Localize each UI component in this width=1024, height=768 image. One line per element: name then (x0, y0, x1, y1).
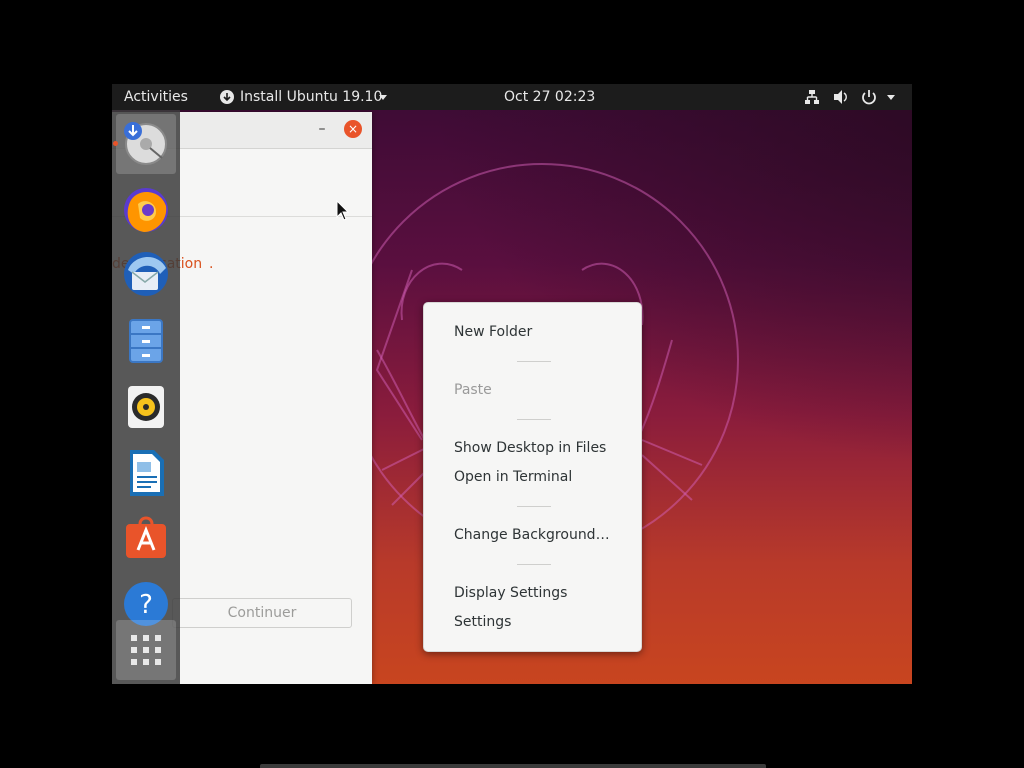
close-window-button[interactable]: × (344, 120, 362, 138)
thunderbird-icon (124, 252, 168, 296)
menu-separator (517, 361, 551, 362)
menu-item-change-background[interactable]: Change Background… (454, 525, 610, 545)
ubiquity-installer-icon (124, 122, 167, 165)
dock-item-rhythmbox[interactable] (116, 376, 176, 436)
firefox-icon (124, 188, 168, 232)
dock-item-installer[interactable] (113, 114, 176, 174)
app-menu-button[interactable]: Install Ubuntu 19.10 (218, 84, 388, 110)
menu-item-show-desktop-in-files[interactable]: Show Desktop in Files (454, 438, 606, 458)
software-center-icon (126, 516, 166, 558)
libreoffice-writer-icon (130, 450, 164, 496)
chevron-down-icon (379, 95, 387, 100)
menu-separator (517, 419, 551, 420)
files-icon (129, 319, 163, 363)
activities-button[interactable]: Activities (124, 84, 188, 110)
dock-item-libreoffice-writer[interactable] (116, 442, 176, 502)
show-applications-icon (131, 635, 161, 665)
top-bar: Activities Install Ubuntu 19.10 Oct 27 0… (112, 84, 912, 110)
network-icon (805, 90, 819, 104)
minimize-button[interactable]: – (314, 120, 330, 138)
close-icon: × (347, 122, 359, 136)
menu-item-settings[interactable]: Settings (454, 612, 511, 632)
continue-button[interactable]: Continuer (172, 598, 352, 628)
power-icon (862, 90, 876, 105)
show-applications-button[interactable] (116, 620, 176, 680)
menu-item-open-in-terminal[interactable]: Open in Terminal (454, 467, 572, 487)
app-menu-label: Install Ubuntu 19.10 (240, 89, 383, 105)
menu-item-paste[interactable]: Paste (454, 380, 492, 400)
download-icon (220, 90, 234, 104)
dock: ? (112, 110, 180, 684)
dock-item-files[interactable] (116, 310, 176, 370)
volume-icon (834, 90, 847, 104)
menu-separator (517, 506, 551, 507)
desktop-screen: – × de cation . Continuer (112, 84, 912, 684)
svg-text:?: ? (139, 590, 153, 620)
running-indicator (113, 141, 118, 146)
dock-item-thunderbird[interactable] (116, 244, 176, 304)
clock[interactable]: Oct 27 02:23 (504, 84, 595, 110)
menu-item-new-folder[interactable]: New Folder (454, 322, 532, 342)
rhythmbox-icon (128, 386, 164, 428)
chevron-down-icon (887, 95, 895, 100)
link-suffix: . (209, 256, 214, 272)
mouse-pointer-icon (336, 200, 350, 221)
system-menu-button[interactable] (802, 84, 912, 110)
menu-item-display-settings[interactable]: Display Settings (454, 583, 567, 603)
dock-item-software[interactable] (116, 508, 176, 568)
menu-separator (517, 564, 551, 565)
dock-item-firefox[interactable] (116, 180, 176, 240)
bottom-edge-bar (260, 764, 766, 768)
desktop-context-menu: New Folder Paste Show Desktop in Files O… (423, 302, 642, 652)
